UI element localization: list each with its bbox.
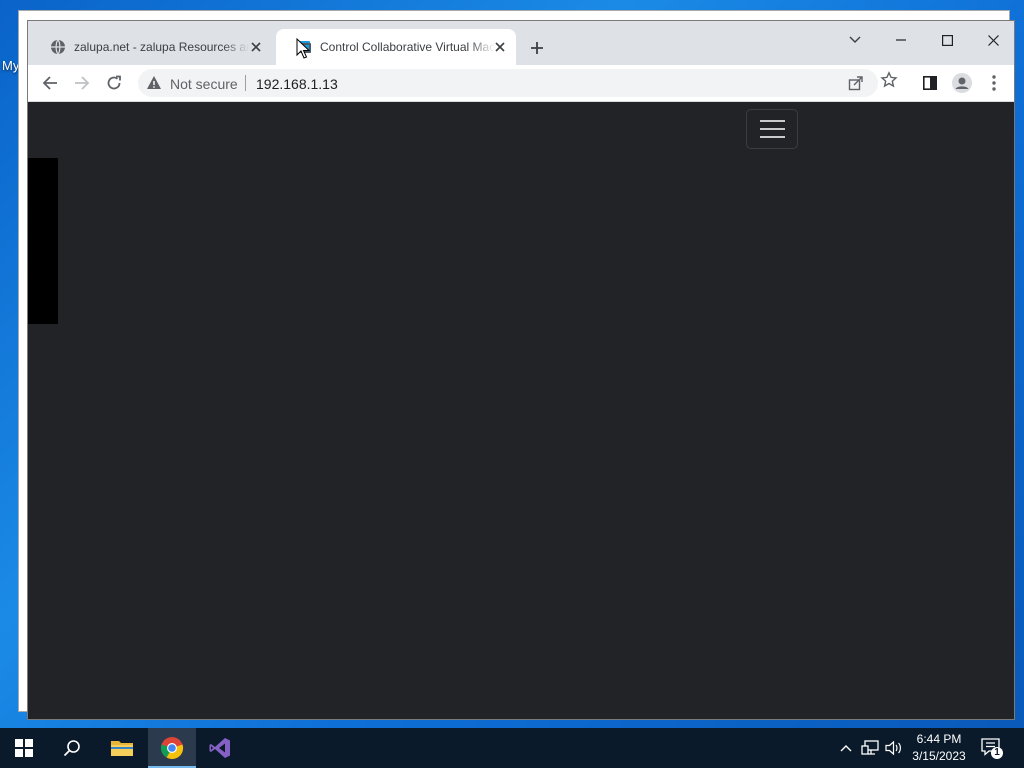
- mouse-cursor-icon: [296, 38, 310, 59]
- address-bar[interactable]: Not secure 192.168.1.13: [138, 69, 878, 97]
- search-icon: [63, 740, 80, 757]
- taskbar-chrome[interactable]: [148, 728, 196, 768]
- maximize-icon: [941, 34, 953, 46]
- menu-button[interactable]: [982, 71, 1006, 95]
- arrow-left-icon: [42, 76, 57, 90]
- profile-avatar-icon: [952, 73, 972, 93]
- network-tray-button[interactable]: [860, 738, 880, 758]
- page-content: [28, 102, 1014, 719]
- url-text[interactable]: 192.168.1.13: [256, 76, 338, 92]
- visual-studio-icon: [209, 738, 230, 758]
- network-icon: [861, 740, 879, 755]
- action-center-button[interactable]: 1: [980, 736, 1004, 760]
- side-panel-icon: [923, 76, 937, 90]
- minimize-button[interactable]: [878, 25, 924, 55]
- more-vert-icon: [992, 75, 996, 91]
- profile-button[interactable]: [950, 71, 974, 95]
- notification-badge: 1: [994, 747, 1000, 758]
- chevron-down-icon: [849, 36, 861, 43]
- reload-icon: [107, 75, 121, 90]
- close-icon: [987, 34, 999, 46]
- forward-button[interactable]: [70, 71, 94, 95]
- search-button[interactable]: [48, 728, 96, 768]
- maximize-button[interactable]: [924, 25, 970, 55]
- start-icon: [15, 739, 33, 757]
- desktop-icon-label[interactable]: My: [2, 58, 19, 73]
- hamburger-bar: [759, 120, 785, 122]
- warning-icon[interactable]: [146, 75, 162, 91]
- volume-tray-button[interactable]: [884, 738, 904, 758]
- tab-close-icon[interactable]: [248, 39, 264, 55]
- browser-toolbar: Not secure 192.168.1.13: [28, 65, 1014, 102]
- start-button[interactable]: [0, 728, 48, 768]
- speaker-icon: [885, 740, 901, 756]
- hamburger-bar: [759, 136, 785, 138]
- browser-window: zalupa.net - zalupa Resources and Contro…: [27, 20, 1015, 720]
- taskbar-clock[interactable]: 6:44 PM 3/15/2023: [906, 731, 972, 765]
- side-panel-button[interactable]: [918, 71, 942, 95]
- plus-icon: [531, 42, 543, 54]
- side-panel-fragment: [28, 158, 58, 324]
- clock-date: 3/15/2023: [912, 749, 966, 763]
- share-icon[interactable]: [848, 75, 864, 91]
- close-window-button[interactable]: [970, 25, 1016, 55]
- tab-zalupa[interactable]: zalupa.net - zalupa Resources and: [30, 29, 272, 65]
- taskbar-file-explorer[interactable]: [98, 728, 146, 768]
- back-button[interactable]: [38, 71, 62, 95]
- arrow-right-icon: [75, 76, 90, 90]
- tab-title: Control Collaborative Virtual Machine: [320, 40, 495, 54]
- new-tab-button[interactable]: [526, 37, 548, 59]
- clock-time: 6:44 PM: [916, 732, 962, 746]
- tab-control-collaborative[interactable]: Control Collaborative Virtual Machine: [276, 29, 516, 65]
- reload-button[interactable]: [102, 71, 126, 95]
- security-label[interactable]: Not secure: [170, 76, 238, 92]
- bookmark-star-icon[interactable]: [880, 71, 898, 89]
- tab-close-icon[interactable]: [492, 39, 508, 55]
- show-hidden-icons-button[interactable]: [836, 738, 856, 758]
- tab-search-button[interactable]: [832, 25, 878, 55]
- chevron-up-icon: [840, 745, 852, 752]
- hamburger-bar: [759, 128, 785, 130]
- taskbar: 6:44 PM 3/15/2023 1: [0, 728, 1024, 768]
- tab-strip: zalupa.net - zalupa Resources and Contro…: [28, 21, 1014, 65]
- minimize-icon: [896, 39, 906, 41]
- globe-icon: [51, 39, 65, 55]
- omnibox-divider: [245, 75, 246, 91]
- chrome-icon: [160, 737, 184, 760]
- taskbar-visual-studio[interactable]: [196, 728, 244, 768]
- file-explorer-icon: [111, 741, 133, 756]
- tab-title: zalupa.net - zalupa Resources and: [74, 40, 249, 54]
- navbar-toggle-button[interactable]: [746, 109, 798, 149]
